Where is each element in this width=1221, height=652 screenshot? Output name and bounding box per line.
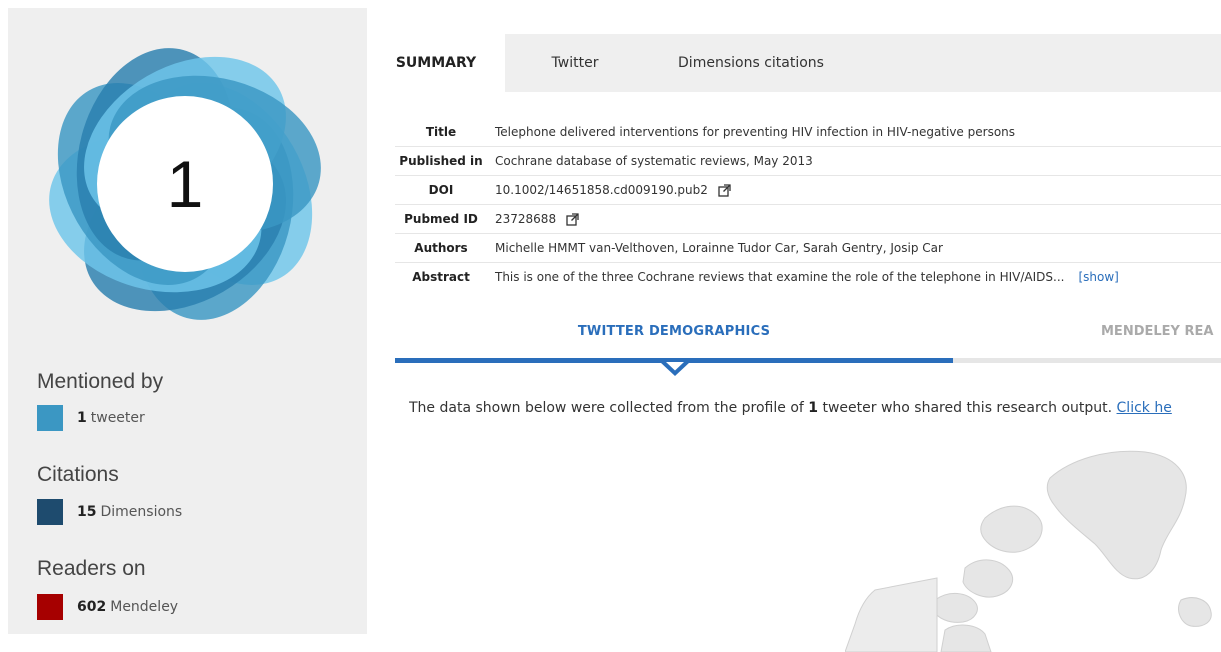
- external-link-icon[interactable]: [566, 213, 579, 226]
- pubmed-id-label: Pubmed ID: [404, 212, 478, 226]
- mainland-shape: [845, 577, 938, 652]
- doi-link[interactable]: 10.1002/14651858.cd009190.pub2: [495, 183, 708, 197]
- published-in-label: Published in: [399, 154, 483, 168]
- sidebar: 1 Mentioned by 1 tweeter Citations 15 Di…: [8, 8, 367, 634]
- mendeley-swatch: [37, 594, 63, 620]
- title-value: Telephone delivered interventions for pr…: [495, 125, 1016, 139]
- external-link-icon[interactable]: [718, 184, 731, 197]
- demo-text-before: The data shown below were collected from…: [409, 400, 809, 416]
- metric-tweeter[interactable]: 1 tweeter: [37, 405, 145, 431]
- doi-label: DOI: [428, 183, 454, 197]
- pubmed-cell: 23728688: [487, 212, 1221, 226]
- coast-shape: [940, 624, 992, 652]
- tweeter-label: tweeter: [90, 410, 145, 426]
- readers-heading: Readers on: [37, 557, 146, 580]
- citations-heading: Citations: [37, 463, 119, 486]
- world-map: [845, 450, 1212, 652]
- summary-row-title: Title Telephone delivered interventions …: [395, 118, 1221, 147]
- summary-row-abstract: Abstract This is one of the three Cochra…: [395, 263, 1221, 291]
- doi-cell: 10.1002/14651858.cd009190.pub2: [487, 183, 1221, 197]
- dimensions-swatch: [37, 499, 63, 525]
- demographics-description: The data shown below were collected from…: [409, 400, 1221, 416]
- summary-row-authors: Authors Michelle HMMT van-Velthoven, Lor…: [395, 234, 1221, 263]
- tab-mendeley-readers[interactable]: MENDELEY REA: [1101, 324, 1221, 339]
- summary-row-pubmed: Pubmed ID 23728688: [395, 205, 1221, 234]
- island-shape: [962, 559, 1013, 598]
- published-in-value: Cochrane database of systematic reviews,…: [495, 154, 813, 168]
- abstract-label: Abstract: [412, 270, 470, 284]
- click-here-link[interactable]: Click he: [1117, 400, 1172, 416]
- summary-table: Title Telephone delivered interventions …: [395, 118, 1221, 291]
- summary-row-doi: DOI 10.1002/14651858.cd009190.pub2: [395, 176, 1221, 205]
- abstract-show-link[interactable]: [show]: [1078, 270, 1118, 284]
- authors-label: Authors: [414, 241, 468, 255]
- tab-twitter-demographics[interactable]: TWITTER DEMOGRAPHICS: [395, 324, 953, 339]
- summary-row-published: Published in Cochrane database of system…: [395, 147, 1221, 176]
- tweeter-swatch: [37, 405, 63, 431]
- metric-mendeley[interactable]: 602 Mendeley: [37, 594, 178, 620]
- tab-summary[interactable]: SUMMARY: [367, 34, 505, 92]
- title-label: Title: [425, 125, 457, 139]
- abstract-cell: This is one of the three Cochrane review…: [487, 270, 1221, 284]
- mentioned-by-heading: Mentioned by: [37, 370, 164, 393]
- authors-value: Michelle HMMT van-Velthoven, Lorainne Tu…: [495, 241, 943, 255]
- caret-down-icon: [660, 362, 690, 376]
- inactive-tab-indicator: [953, 358, 1221, 363]
- demo-count: 1: [808, 400, 819, 416]
- pubmed-link[interactable]: 23728688: [495, 212, 556, 226]
- island-shape: [980, 505, 1043, 553]
- tab-bar: SUMMARY Twitter Dimensions citations: [367, 34, 867, 92]
- tweeter-count: 1: [77, 410, 87, 426]
- island-shape: [932, 593, 978, 623]
- tab-dimensions-citations[interactable]: Dimensions citations: [645, 34, 857, 92]
- mendeley-count: 602: [77, 599, 107, 615]
- tab-twitter[interactable]: Twitter: [515, 34, 635, 92]
- abstract-value: This is one of the three Cochrane review…: [495, 270, 1065, 284]
- island-shape: [1178, 597, 1212, 627]
- greenland-shape: [1046, 450, 1187, 580]
- dimensions-count: 15: [77, 504, 97, 520]
- dimensions-label: Dimensions: [100, 504, 183, 520]
- demo-text-after: tweeter who shared this research output.: [818, 400, 1117, 416]
- mendeley-label: Mendeley: [110, 599, 179, 615]
- attention-score: 1: [166, 147, 204, 221]
- metric-dimensions[interactable]: 15 Dimensions: [37, 499, 182, 525]
